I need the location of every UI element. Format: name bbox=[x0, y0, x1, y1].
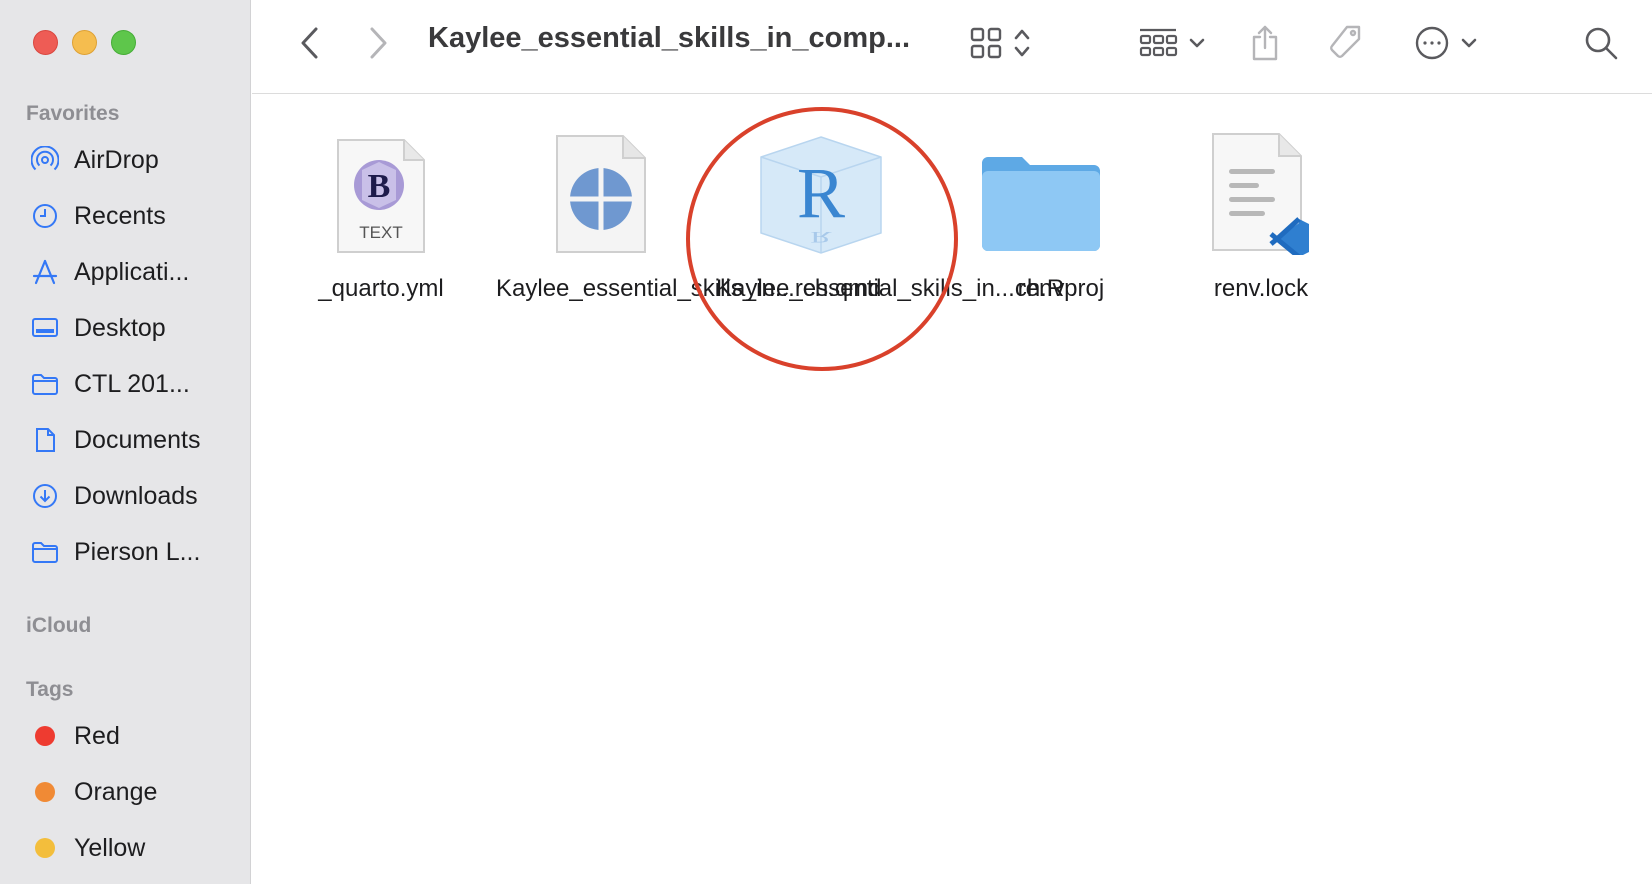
file-name: _quarto.yml bbox=[318, 275, 444, 302]
file-name: Kaylee_essential_skills_in...ch.Rproj bbox=[716, 275, 1105, 302]
tag-icon bbox=[1330, 25, 1361, 58]
sidebar-item-label: Desktop bbox=[74, 313, 166, 342]
sidebar-item-label: Orange bbox=[74, 777, 158, 806]
sidebar-tag-red[interactable]: Red bbox=[30, 716, 240, 756]
chevron-up-down-icon bbox=[1014, 29, 1030, 57]
sidebar-item-label: Red bbox=[74, 721, 120, 750]
forward-button[interactable] bbox=[360, 22, 396, 64]
back-button[interactable] bbox=[292, 22, 328, 64]
sidebar-item-desktop[interactable]: Desktop bbox=[30, 308, 240, 348]
airdrop-icon bbox=[30, 145, 60, 175]
sidebar-item-downloads[interactable]: Downloads bbox=[30, 476, 240, 516]
folder-icon bbox=[936, 125, 1146, 255]
sidebar-item-documents[interactable]: Documents bbox=[30, 420, 240, 460]
file-type-badge: TEXT bbox=[359, 223, 403, 242]
sidebar-item-pierson[interactable]: Pierson L... bbox=[30, 532, 240, 572]
sidebar-item-label: Documents bbox=[74, 425, 201, 454]
sidebar-item-label: Yellow bbox=[74, 833, 146, 862]
tags-button[interactable] bbox=[1322, 20, 1368, 66]
more-actions-button[interactable] bbox=[1406, 22, 1486, 64]
group-by-button[interactable] bbox=[1132, 22, 1212, 64]
red-tag-icon bbox=[30, 721, 60, 751]
sidebar-item-ctl[interactable]: CTL 201... bbox=[30, 364, 240, 404]
icon-view-icon bbox=[970, 27, 1002, 59]
sidebar-item-label: Recents bbox=[74, 201, 166, 230]
group-grid-icon bbox=[1139, 28, 1178, 57]
toolbar: Kaylee_essential_skills_in_comp... bbox=[252, 0, 1652, 94]
applications-icon bbox=[30, 257, 60, 287]
download-icon bbox=[30, 481, 60, 511]
sidebar: Favorites AirDrop Recents Applicati... D… bbox=[0, 0, 251, 884]
search-icon bbox=[1585, 27, 1618, 60]
svg-text:R: R bbox=[797, 153, 845, 233]
sidebar-tag-yellow[interactable]: Yellow bbox=[30, 828, 240, 868]
window-title: Kaylee_essential_skills_in_comp... bbox=[428, 22, 910, 54]
view-mode-button[interactable] bbox=[960, 22, 1040, 64]
chevron-left-icon bbox=[301, 27, 318, 59]
tags-heading[interactable]: Tags bbox=[26, 678, 73, 702]
quarto-file-icon bbox=[496, 125, 706, 255]
chevron-down-icon bbox=[1461, 38, 1477, 48]
file-item[interactable]: B TEXT _quarto.yml bbox=[276, 125, 486, 305]
document-icon bbox=[30, 425, 60, 455]
desktop-icon bbox=[30, 313, 60, 343]
maximize-window-button[interactable] bbox=[111, 30, 136, 55]
svg-text:B: B bbox=[368, 168, 391, 205]
file-name: renv.lock bbox=[1213, 275, 1309, 302]
file-item-selected[interactable]: R R Kaylee_essential_skills_in...ch.Rpro… bbox=[716, 125, 1105, 305]
chevron-right-icon bbox=[370, 27, 387, 59]
file-name: Kaylee_essential_skills_in...rch.qmd bbox=[496, 275, 882, 302]
file-name: renv bbox=[1017, 275, 1065, 302]
orange-tag-icon bbox=[30, 777, 60, 807]
sidebar-item-label: Pierson L... bbox=[74, 537, 201, 566]
minimize-window-button[interactable] bbox=[72, 30, 97, 55]
folder-item[interactable]: renv bbox=[936, 125, 1146, 305]
sidebar-item-label: AirDrop bbox=[74, 145, 159, 174]
sidebar-item-recents[interactable]: Recents bbox=[30, 196, 240, 236]
sidebar-item-label: CTL 201... bbox=[74, 369, 190, 398]
chevron-down-icon bbox=[1189, 38, 1205, 48]
file-item[interactable]: Kaylee_essential_skills_in...rch.qmd bbox=[496, 125, 882, 305]
search-button[interactable] bbox=[1578, 20, 1624, 66]
share-button[interactable] bbox=[1242, 20, 1288, 66]
folder-icon bbox=[30, 537, 60, 567]
window-controls bbox=[33, 30, 136, 55]
sidebar-item-label: Applicati... bbox=[74, 257, 190, 286]
yellow-tag-icon bbox=[30, 833, 60, 863]
file-item[interactable]: renv.lock bbox=[1156, 125, 1366, 305]
svg-text:R: R bbox=[810, 228, 832, 246]
rproj-file-icon: R R bbox=[716, 125, 926, 255]
icloud-heading[interactable]: iCloud bbox=[26, 614, 91, 638]
close-window-button[interactable] bbox=[33, 30, 58, 55]
folder-icon bbox=[30, 369, 60, 399]
sidebar-tag-orange[interactable]: Orange bbox=[30, 772, 240, 812]
vscode-file-icon bbox=[1156, 125, 1366, 255]
sidebar-item-applications[interactable]: Applicati... bbox=[30, 252, 240, 292]
clock-icon bbox=[30, 201, 60, 231]
sidebar-item-label: Downloads bbox=[74, 481, 198, 510]
favorites-heading: Favorites bbox=[26, 102, 120, 125]
sidebar-item-airdrop[interactable]: AirDrop bbox=[30, 140, 240, 180]
share-icon bbox=[1252, 25, 1278, 61]
ellipsis-circle-icon bbox=[1415, 26, 1449, 60]
file-browser: B TEXT _quarto.yml Kaylee_essential_skil… bbox=[252, 95, 1652, 884]
